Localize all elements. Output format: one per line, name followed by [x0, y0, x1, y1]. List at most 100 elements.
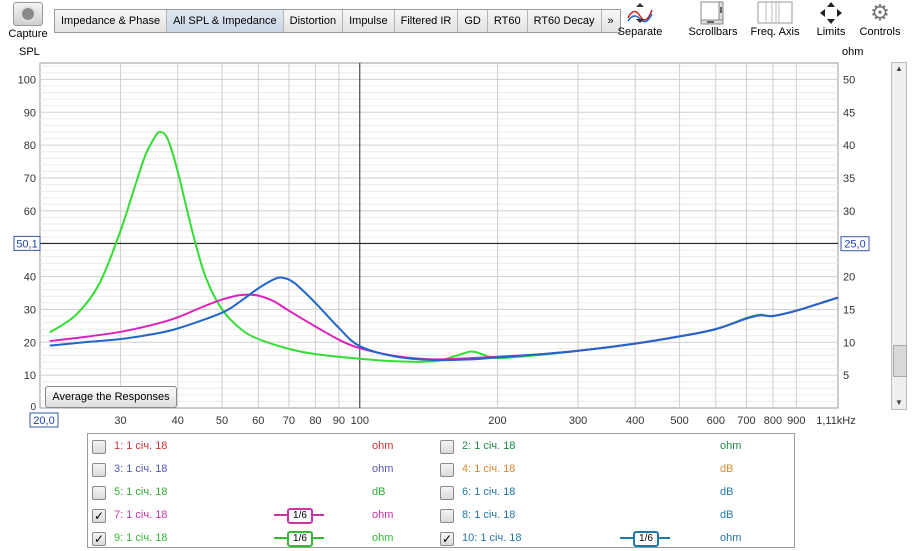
legend-smoothing-9[interactable]: 1/6: [274, 531, 324, 547]
legend-unit-6: dB: [720, 486, 734, 498]
y-left-tick-label: 90: [24, 107, 36, 119]
x-tick-label: 900: [787, 415, 805, 427]
y-right-tick-label: 20: [843, 272, 855, 284]
legend-item-3: 3: 1 січ. 18 ohm: [92, 459, 432, 479]
legend-item-8: 8: 1 січ. 18 dB: [440, 505, 780, 525]
legend-name-3: 3: 1 січ. 18: [114, 463, 168, 475]
x-tick-label: 500: [670, 415, 688, 427]
legend-checkbox-3[interactable]: [92, 463, 106, 477]
legend-checkbox-8[interactable]: [440, 509, 454, 523]
legend-checkbox-6[interactable]: [440, 486, 454, 500]
limits-icon: [810, 0, 852, 26]
limits-label: Limits: [816, 26, 846, 38]
legend-checkbox-1[interactable]: [92, 440, 106, 454]
scroll-down-arrow-icon[interactable]: ▼: [892, 397, 906, 409]
x-tick-label: 60: [252, 415, 264, 427]
limits-button[interactable]: Limits: [810, 0, 852, 38]
x-tick-label: 90: [333, 415, 345, 427]
tab-impulse[interactable]: Impulse: [343, 10, 395, 32]
freq-axis-icon: [748, 0, 802, 26]
x-tick-label: 30: [114, 415, 126, 427]
legend-item-9: ✓ 9: 1 січ. 18 1/6 ohm: [92, 528, 432, 548]
legend-unit-5: dB: [372, 486, 386, 498]
legend-name-2: 2: 1 січ. 18: [462, 440, 516, 452]
gear-icon: ⚙: [870, 0, 890, 25]
legend-smoothing-label: 1/6: [287, 508, 313, 524]
legend-item-10: ✓ 10: 1 січ. 18 1/6 ohm: [440, 528, 780, 548]
x-tick-label: 80: [309, 415, 321, 427]
y-left-tick-label: 70: [24, 173, 36, 185]
y-right-tick-label: 50: [843, 74, 855, 86]
scrollbars-icon: [686, 0, 740, 26]
x-tick-label: 700: [737, 415, 755, 427]
spl-impedance-chart[interactable]: 1020304050607080901000510152025303540455…: [0, 56, 890, 430]
legend-checkbox-5[interactable]: [92, 486, 106, 500]
legend-item-7: ✓ 7: 1 січ. 18 1/6 ohm: [92, 505, 432, 525]
tab-rt60-decay[interactable]: RT60 Decay: [527, 10, 602, 32]
y-left-tick-label: 60: [24, 206, 36, 218]
tab-impedance-phase[interactable]: Impedance & Phase: [55, 10, 168, 32]
x-tick-label: 300: [569, 415, 587, 427]
x-tick-label: 50: [216, 415, 228, 427]
x-end-label: 1,11kHz: [816, 415, 856, 427]
legend-name-5: 5: 1 січ. 18: [114, 486, 168, 498]
x-tick-label: 100: [351, 415, 369, 427]
legend-name-9: 9: 1 січ. 18: [114, 532, 168, 544]
legend-unit-8: dB: [720, 509, 734, 521]
legend-item-6: 6: 1 січ. 18 dB: [440, 482, 780, 502]
y-right-tick-label: 30: [843, 206, 855, 218]
vertical-scrollbar[interactable]: ▲ ▼: [891, 62, 907, 410]
tab-all-spl-impedance[interactable]: All SPL & Impedance: [167, 10, 284, 32]
tab-bar: Impedance & Phase All SPL & Impedance Di…: [54, 9, 621, 33]
y-left-tick-label: 40: [24, 272, 36, 284]
legend-unit-4: dB: [720, 463, 734, 475]
scrollbar-thumb[interactable]: [893, 345, 907, 377]
legend-unit-7: ohm: [372, 509, 394, 521]
legend-smoothing-label: 1/6: [633, 531, 659, 547]
legend-unit-10: ohm: [720, 532, 742, 544]
legend-name-10: 10: 1 січ. 18: [462, 532, 522, 544]
plot-area: [39, 62, 839, 409]
y-left-tick-label: 80: [24, 140, 36, 152]
camera-icon: [13, 2, 43, 26]
freq-axis-label: Freq. Axis: [750, 26, 800, 38]
legend-checkbox-9[interactable]: ✓: [92, 532, 106, 546]
capture-button[interactable]: Capture: [8, 2, 48, 40]
controls-label: Controls: [859, 26, 901, 38]
y-left-tick-label: 30: [24, 304, 36, 316]
legend-checkbox-4[interactable]: [440, 463, 454, 477]
tab-distortion[interactable]: Distortion: [283, 10, 344, 32]
cursor-left-value: 50,1: [16, 238, 37, 250]
freq-axis-button[interactable]: Freq. Axis: [748, 0, 802, 38]
controls-button[interactable]: ⚙ Controls: [858, 0, 902, 38]
tab-filtered-ir[interactable]: Filtered IR: [394, 10, 459, 32]
legend-name-4: 4: 1 січ. 18: [462, 463, 516, 475]
scrollbars-button[interactable]: Scrollbars: [686, 0, 740, 38]
scrollbars-label: Scrollbars: [688, 26, 738, 38]
legend-panel: 1: 1 січ. 18 ohm 2: 1 січ. 18 ohm 3: 1 січ. …: [87, 433, 795, 548]
legend-checkbox-10[interactable]: ✓: [440, 532, 454, 546]
legend-item-2: 2: 1 січ. 18 ohm: [440, 436, 780, 456]
scroll-up-arrow-icon[interactable]: ▲: [892, 63, 906, 75]
legend-name-1: 1: 1 січ. 18: [114, 440, 168, 452]
legend-name-6: 6: 1 січ. 18: [462, 486, 516, 498]
legend-checkbox-7[interactable]: ✓: [92, 509, 106, 523]
tab-gd[interactable]: GD: [458, 10, 488, 32]
legend-item-4: 4: 1 січ. 18 dB: [440, 459, 780, 479]
legend-smoothing-10[interactable]: 1/6: [620, 531, 670, 547]
x-tick-label: 800: [764, 415, 782, 427]
legend-unit-3: ohm: [372, 463, 394, 475]
separate-button[interactable]: Separate: [612, 0, 668, 38]
separate-icon: [612, 0, 668, 26]
y-right-tick-label: 35: [843, 173, 855, 185]
legend-name-7: 7: 1 січ. 18: [114, 509, 168, 521]
legend-unit-2: ohm: [720, 440, 742, 452]
tab-rt60[interactable]: RT60: [487, 10, 528, 32]
legend-smoothing-label: 1/6: [287, 531, 313, 547]
legend-checkbox-2[interactable]: [440, 440, 454, 454]
x-start-label: 20,0: [33, 415, 54, 427]
legend-smoothing-7[interactable]: 1/6: [274, 508, 324, 524]
average-responses-button[interactable]: Average the Responses: [45, 386, 177, 408]
y-right-tick-label: 15: [843, 304, 855, 316]
capture-label: Capture: [8, 28, 48, 40]
